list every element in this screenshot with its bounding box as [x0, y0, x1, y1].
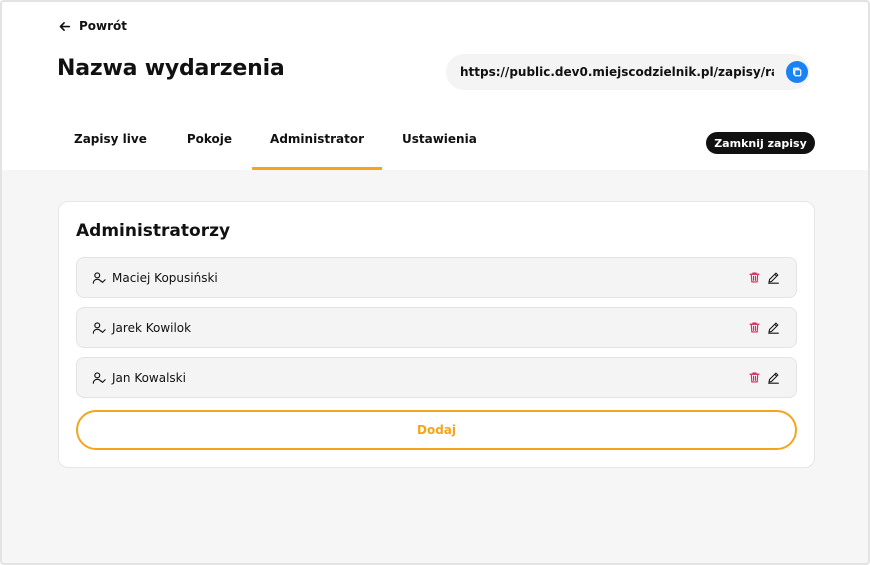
public-url-text: https://public.dev0.miejscodzielnik.pl/z…: [460, 65, 774, 79]
pencil-icon[interactable]: [767, 271, 780, 284]
pencil-icon[interactable]: [767, 321, 780, 334]
row-actions: [748, 371, 780, 384]
admin-name: Maciej Kopusiński: [112, 270, 218, 285]
arrow-left-icon: [59, 21, 71, 31]
admin-row: Maciej Kopusiński: [76, 257, 797, 298]
user-check-icon: [92, 271, 106, 285]
trash-icon[interactable]: [748, 321, 761, 334]
add-admin-button[interactable]: Dodaj: [76, 410, 797, 450]
copy-url-button[interactable]: [786, 61, 808, 83]
user-check-icon: [92, 321, 106, 335]
admin-name: Jarek Kowilok: [112, 320, 192, 335]
administrators-card: Administratorzy Maciej Kopusiński Jarek …: [58, 201, 815, 468]
copy-icon: [793, 67, 802, 77]
tab-bar: Zapisy live Pokoje Administrator Ustawie…: [54, 114, 497, 170]
trash-icon[interactable]: [748, 371, 761, 384]
trash-icon[interactable]: [748, 271, 761, 284]
tab-ustawienia[interactable]: Ustawienia: [382, 114, 497, 170]
page-title: Nazwa wydarzenia: [57, 56, 285, 81]
page-header: Powrót Nazwa wydarzenia https://public.d…: [2, 2, 868, 170]
admin-row: Jan Kowalski: [76, 357, 797, 398]
back-link[interactable]: Powrót: [58, 19, 127, 33]
tab-zapisy-live[interactable]: Zapisy live: [54, 114, 167, 170]
card-title: Administratorzy: [76, 221, 231, 241]
close-registration-button[interactable]: Zamknij zapisy: [706, 132, 815, 154]
tab-pokoje[interactable]: Pokoje: [167, 114, 252, 170]
admin-row: Jarek Kowilok: [76, 307, 797, 348]
tab-administrator[interactable]: Administrator: [252, 114, 382, 170]
admin-name: Jan Kowalski: [112, 370, 186, 385]
row-actions: [748, 271, 780, 284]
pencil-icon[interactable]: [767, 371, 780, 384]
back-label: Powrót: [79, 19, 128, 33]
public-url-box: https://public.dev0.miejscodzielnik.pl/z…: [446, 54, 810, 90]
app-frame: Powrót Nazwa wydarzenia https://public.d…: [0, 0, 870, 565]
row-actions: [748, 321, 780, 334]
user-check-icon: [92, 371, 106, 385]
